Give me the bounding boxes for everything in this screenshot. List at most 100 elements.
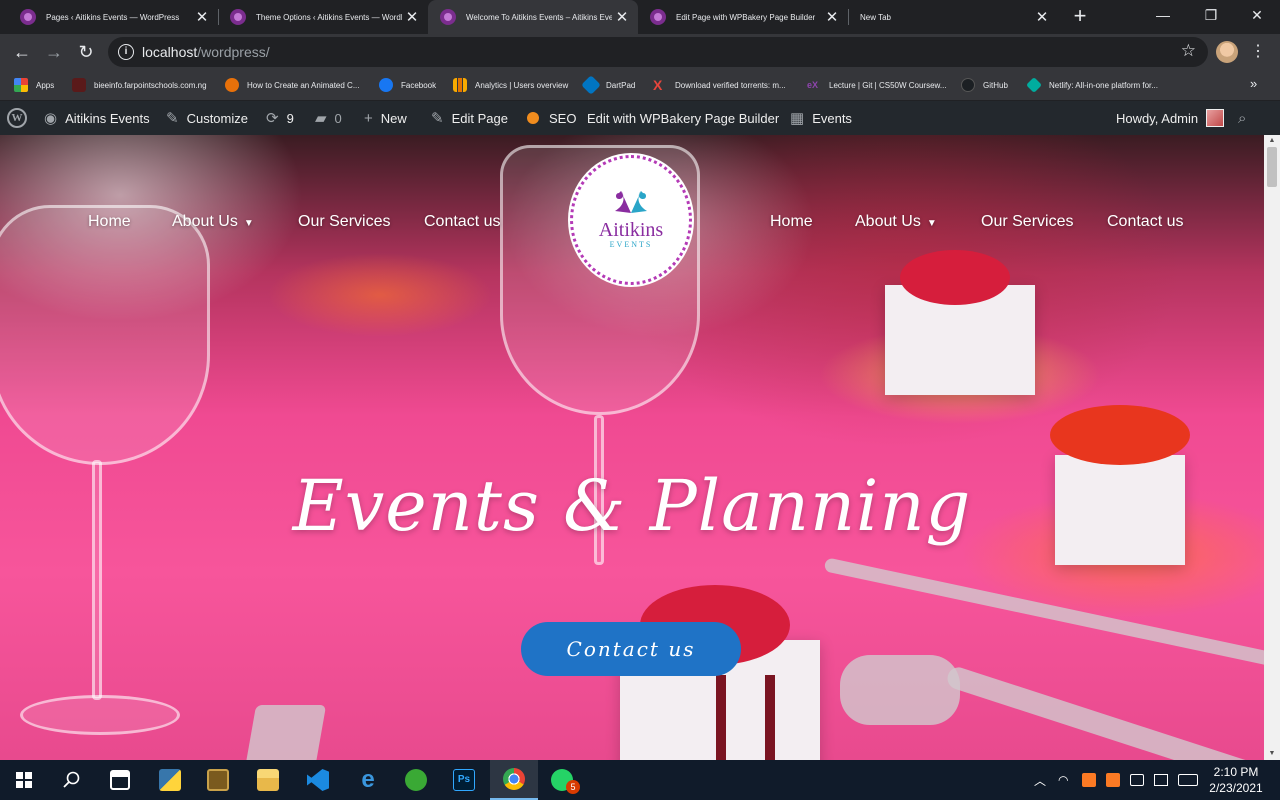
chat-icon[interactable] [1154, 760, 1168, 800]
x-icon: X [653, 77, 663, 93]
contact-us-button[interactable]: Contact us [521, 622, 741, 676]
new-label: New [380, 110, 407, 126]
new-tab-button[interactable]: + [1068, 4, 1092, 28]
close-tab-icon[interactable]: ✕ [1032, 8, 1052, 26]
bookmark-label: Apps [36, 80, 55, 90]
search-button[interactable]: ⌕ [1238, 101, 1246, 135]
account-menu[interactable]: Howdy, Admin [1116, 101, 1225, 135]
more-bookmarks-icon[interactable]: » [1250, 76, 1257, 91]
bookmark-item[interactable]: DartPad [581, 75, 636, 95]
bookmark-item[interactable]: eX Lecture | Git | CS50W Coursew... [807, 76, 947, 94]
wine-glass-image [0, 205, 210, 465]
customize-label: Customize [186, 110, 248, 126]
taskbar-whatsapp[interactable]: 5 [538, 760, 586, 800]
bookmark-item[interactable]: GitHub [961, 76, 1008, 94]
wpbakery-link[interactable]: Edit with WPBakery Page Builder [587, 101, 779, 135]
taskbar-store[interactable] [96, 760, 144, 800]
taskbar-app[interactable] [392, 760, 440, 800]
site-logo[interactable]: Aitikins EVENTS [570, 155, 692, 285]
browser-tab[interactable]: Edit Page with WPBakery Page Builder ✕ [638, 0, 848, 34]
site-name-link[interactable]: ◉ Aitikins Events [44, 101, 150, 135]
site-favicon-icon [20, 9, 36, 25]
close-tab-icon[interactable]: ✕ [612, 8, 632, 26]
back-arrow-icon[interactable]: ← [8, 38, 36, 66]
bookmark-apps[interactable]: Apps [14, 76, 54, 94]
info-icon[interactable]: i [118, 44, 134, 60]
browser-tab-active[interactable]: Welcome To Aitikins Events – Aitikins Ev… [428, 0, 638, 34]
browser-tab[interactable]: Pages ‹ Aitikins Events — WordPress ✕ [8, 0, 218, 34]
system-clock[interactable]: 2:10 PM 2/23/2021 [1206, 764, 1266, 796]
show-hidden-icons[interactable]: ︿ [1034, 760, 1046, 800]
chrome-icon [503, 768, 525, 790]
url-text: localhost/wordpress/ [142, 44, 270, 60]
seo-status-icon [527, 112, 539, 124]
nav-our-services[interactable]: Our Services [981, 213, 1073, 231]
customize-link[interactable]: ✎ Customize [166, 101, 248, 135]
bookmark-label: Download verified torrents: m... [675, 80, 786, 90]
reload-icon[interactable]: ↻ [72, 38, 100, 66]
close-window-icon[interactable]: ✕ [1234, 0, 1280, 30]
bookmark-item[interactable]: Netlify: All-in-one platform for... [1026, 76, 1158, 94]
close-tab-icon[interactable]: ✕ [402, 8, 422, 26]
taskbar-dosbox[interactable] [194, 760, 242, 800]
profile-avatar[interactable] [1216, 41, 1238, 63]
page-scrollbar[interactable]: ▲ ▼ [1264, 135, 1280, 760]
bookmark-item[interactable]: X Download verified torrents: m... [653, 76, 786, 94]
taskbar-python[interactable] [146, 760, 194, 800]
bookmark-item[interactable]: Analytics | Users overview [453, 76, 568, 94]
network-icon[interactable]: ◠ [1058, 760, 1068, 800]
taskbar-chrome[interactable] [490, 760, 538, 800]
taskbar-file-explorer[interactable] [244, 760, 292, 800]
nav-home[interactable]: Home [88, 213, 131, 231]
red-ribbon-image [1050, 405, 1190, 465]
forward-arrow-icon[interactable]: → [40, 38, 68, 66]
minimize-icon[interactable]: — [1140, 0, 1186, 30]
comments-link[interactable]: ▰ 0 [315, 101, 342, 135]
xampp-icon[interactable] [1106, 760, 1120, 800]
keyboard-icon[interactable] [1178, 760, 1198, 800]
browser-tab[interactable]: Theme Options ‹ Aitikins Events — WordPr… [218, 0, 428, 34]
nav-about-us[interactable]: About Us ▼ [855, 213, 937, 231]
volume-muted-icon[interactable] [1130, 760, 1144, 800]
tab-title: Pages ‹ Aitikins Events — WordPress [46, 12, 180, 22]
wordpress-menu[interactable]: W [7, 101, 27, 135]
python-icon [159, 769, 181, 791]
kebab-menu-icon[interactable]: ⋮ [1250, 40, 1266, 64]
seo-menu[interactable]: SEO [527, 101, 576, 135]
taskbar-vscode[interactable] [294, 760, 342, 800]
bookmark-item[interactable]: Facebook [379, 76, 436, 94]
updates-link[interactable]: ⟳ 9 [266, 101, 294, 135]
restore-icon[interactable]: ❐ [1188, 0, 1234, 30]
scroll-up-icon[interactable]: ▲ [1264, 135, 1280, 147]
nav-contact-us[interactable]: Contact us [424, 213, 500, 231]
taskbar-photoshop[interactable]: Ps [440, 760, 488, 800]
bookmark-label: How to Create an Animated C... [247, 80, 360, 90]
search-button[interactable] [48, 760, 96, 800]
bookmark-label: Analytics | Users overview [475, 80, 569, 90]
nav-about-us[interactable]: About Us ▼ [172, 213, 254, 231]
bookmark-item[interactable]: How to Create an Animated C... [225, 76, 360, 94]
bookmark-item[interactable]: bieeinfo.farpointschools.com.ng [72, 76, 207, 94]
taskbar-edge[interactable]: e [344, 760, 392, 800]
bookmark-label: DartPad [606, 80, 636, 90]
new-content-link[interactable]: + New [364, 101, 407, 135]
bookmark-label: bieeinfo.farpointschools.com.ng [94, 80, 207, 90]
nav-contact-us[interactable]: Contact us [1107, 213, 1183, 231]
browser-tab[interactable]: New Tab ✕ [848, 0, 1058, 34]
bookmark-star-icon[interactable]: ☆ [1181, 41, 1196, 61]
nav-our-services[interactable]: Our Services [298, 213, 390, 231]
wordpress-logo-icon: W [7, 108, 27, 128]
address-bar[interactable]: i localhost/wordpress/ ☆ [108, 37, 1208, 67]
admin-avatar [1206, 109, 1225, 127]
scroll-down-icon[interactable]: ▼ [1264, 748, 1280, 760]
events-link[interactable]: ▦ Events [790, 101, 852, 135]
scrollbar-thumb[interactable] [1267, 147, 1277, 187]
close-tab-icon[interactable]: ✕ [192, 8, 212, 26]
edit-page-link[interactable]: ✎ Edit Page [431, 101, 508, 135]
fork-image [243, 705, 327, 760]
xampp-icon[interactable] [1082, 760, 1096, 800]
start-button[interactable] [0, 760, 48, 800]
close-tab-icon[interactable]: ✕ [822, 8, 842, 26]
nav-home[interactable]: Home [770, 213, 813, 231]
nav-label: Contact us [1107, 213, 1184, 230]
